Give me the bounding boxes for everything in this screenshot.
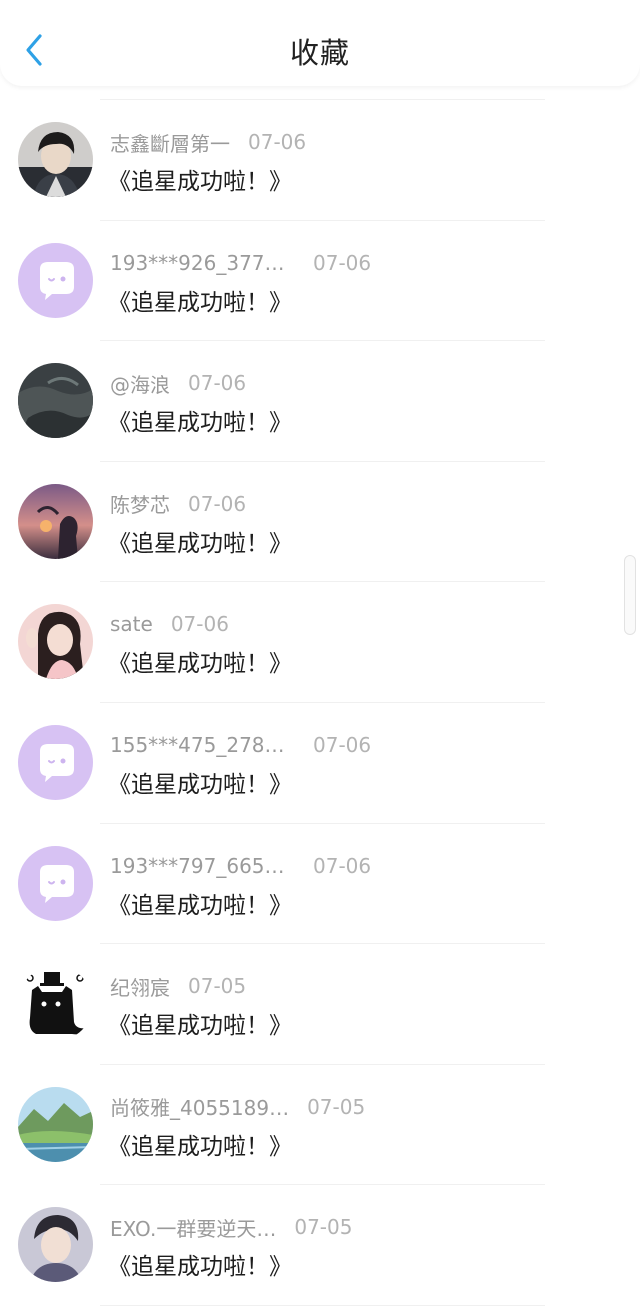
message-text: 《追星成功啦！》: [108, 1254, 292, 1281]
user-name[interactable]: @海浪: [110, 369, 170, 398]
post-date: 07-05: [307, 1094, 366, 1119]
list-item[interactable]: sate 07-06 《追星成功啦！》: [0, 582, 640, 703]
favorites-list: 志鑫斷層第一 07-06 《追星成功啦！》 193***926_3774… 07-0…: [0, 100, 640, 1306]
page-title: 收藏: [289, 36, 350, 70]
scrollbar[interactable]: [624, 555, 636, 635]
message-text: 《追星成功啦！》: [108, 1013, 292, 1040]
post-date: 07-06: [313, 732, 372, 757]
list-item[interactable]: @海浪 07-06 《追星成功啦！》: [0, 341, 640, 462]
post-date: 07-05: [188, 974, 247, 999]
avatar[interactable]: [18, 845, 93, 921]
avatar[interactable]: [18, 363, 93, 439]
post-date: 07-05: [294, 1215, 353, 1240]
avatar[interactable]: [18, 604, 93, 680]
chat-bubble-icon: [18, 242, 93, 318]
post-date: 07-06: [248, 130, 307, 154]
cat-icon: [18, 966, 93, 1042]
post-date: 07-06: [188, 371, 247, 396]
chat-bubble-icon: [18, 724, 93, 800]
list-item[interactable]: 193***797_6658… 07-06 《追星成功啦！》: [0, 824, 640, 945]
post-date: 07-06: [170, 612, 229, 637]
list-item[interactable]: 陈梦芯 07-06 《追星成功啦！》: [0, 462, 640, 583]
post-date: 07-06: [188, 491, 247, 516]
post-date: 07-06: [313, 853, 372, 878]
message-text: 《追星成功啦！》: [108, 410, 292, 437]
list-item[interactable]: 尚筱雅_4055189… 07-05 《追星成功啦！》: [0, 1065, 640, 1186]
divider: [100, 1304, 545, 1306]
avatar[interactable]: [18, 966, 93, 1042]
message-text: 《追星成功啦！》: [108, 771, 292, 798]
list-item[interactable]: 155***475_2789… 07-06 《追星成功啦！》: [0, 703, 640, 824]
avatar[interactable]: [18, 724, 93, 800]
top-bar: 收藏: [0, 0, 640, 86]
user-name[interactable]: 193***797_6658…: [110, 854, 295, 878]
message-text: 《追星成功啦！》: [108, 169, 292, 195]
user-name[interactable]: 尚筱雅_4055189…: [110, 1092, 289, 1121]
user-name[interactable]: 陈梦芯: [110, 489, 170, 518]
avatar[interactable]: [18, 1207, 93, 1283]
message-text: 《追星成功啦！》: [108, 1133, 292, 1160]
message-text: 《追星成功啦！》: [108, 530, 292, 557]
user-name[interactable]: 155***475_2789…: [110, 733, 295, 757]
list-item[interactable]: 纪翎宸 07-05 《追星成功啦！》: [0, 944, 640, 1065]
list-item[interactable]: EXO.一群要逆天… 07-05 《追星成功啦！》: [0, 1185, 640, 1306]
list-item[interactable]: 193***926_3774… 07-06 《追星成功啦！》: [0, 221, 640, 342]
user-name[interactable]: 志鑫斷層第一: [110, 128, 230, 157]
list-item[interactable]: 志鑫斷層第一 07-06 《追星成功啦！》: [0, 100, 640, 221]
user-name[interactable]: EXO.一群要逆天…: [110, 1213, 276, 1242]
post-date: 07-06: [313, 250, 372, 275]
message-text: 《追星成功啦！》: [108, 892, 292, 919]
avatar[interactable]: [18, 1086, 93, 1162]
avatar[interactable]: [18, 122, 93, 197]
avatar[interactable]: [18, 483, 93, 559]
chat-bubble-icon: [18, 845, 93, 921]
user-name[interactable]: 纪翎宸: [110, 972, 170, 1001]
message-text: 《追星成功啦！》: [108, 651, 292, 678]
message-text: 《追星成功啦！》: [108, 289, 292, 316]
user-name[interactable]: 193***926_3774…: [110, 251, 295, 275]
avatar[interactable]: [18, 242, 93, 318]
user-name[interactable]: sate: [110, 612, 153, 636]
